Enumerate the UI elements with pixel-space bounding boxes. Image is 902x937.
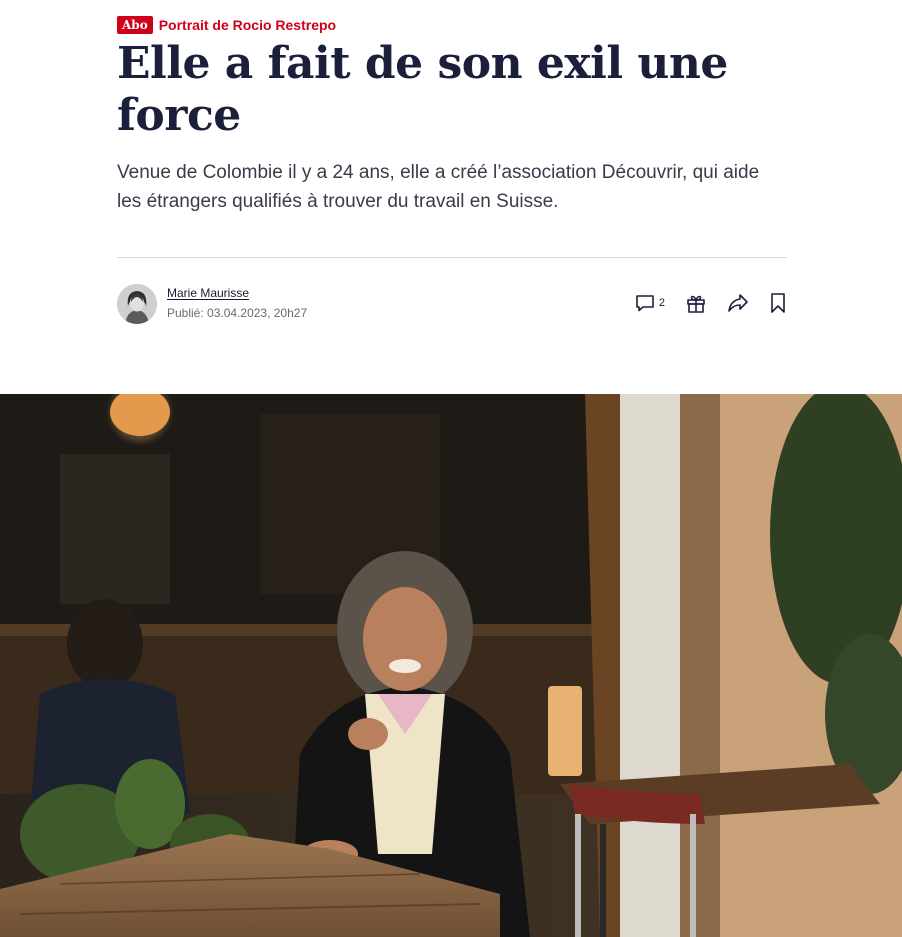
- published-date: Publié: 03.04.2023, 20h27: [167, 306, 308, 320]
- comment-count: 2: [658, 297, 665, 309]
- abo-badge: Abo: [117, 16, 153, 34]
- share-icon: [727, 292, 749, 314]
- author-link[interactable]: Marie Maurisse: [167, 286, 249, 300]
- comment-icon: [635, 293, 655, 313]
- bookmark-icon: [769, 292, 787, 314]
- gift-icon: [685, 292, 707, 314]
- page-title: Elle a fait de son exil une force: [117, 38, 728, 141]
- divider: [117, 257, 787, 258]
- bookmark-button[interactable]: [769, 292, 787, 314]
- kicker-label[interactable]: Portrait de Rocio Restrepo: [159, 17, 336, 33]
- hero-image: [0, 394, 902, 937]
- article-actions: 2: [615, 292, 787, 314]
- article-lead: Venue de Colombie il y a 24 ans, elle a …: [117, 162, 760, 212]
- kicker: Abo Portrait de Rocio Restrepo: [117, 16, 336, 34]
- gift-button[interactable]: [685, 292, 707, 314]
- byline: Marie Maurisse Publié: 03.04.2023, 20h27…: [117, 284, 787, 324]
- comments-button[interactable]: 2: [635, 293, 665, 313]
- avatar[interactable]: [117, 284, 157, 324]
- share-button[interactable]: [727, 292, 749, 314]
